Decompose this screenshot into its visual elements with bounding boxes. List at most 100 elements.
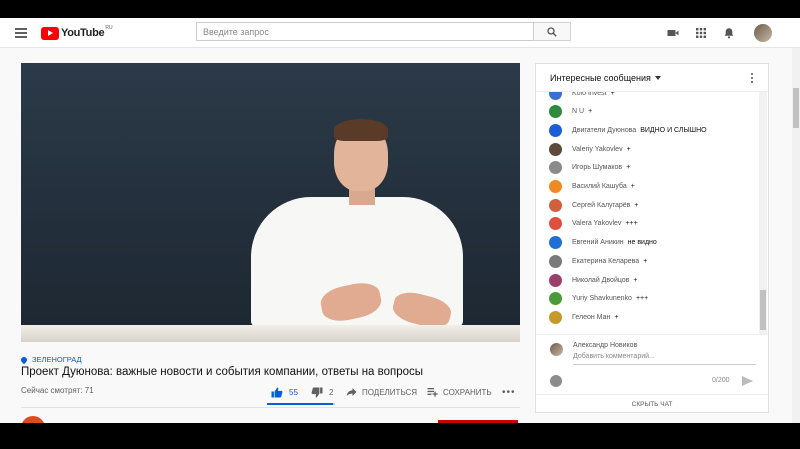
location-link[interactable]: ЗЕЛЕНОГРАД	[19, 355, 82, 364]
chat-message[interactable]: Kolo Invest +	[549, 92, 615, 100]
chat-message[interactable]: Игорь Шумаков +	[549, 161, 630, 175]
video-frame-person-hair	[334, 119, 388, 141]
logo-text: YouTube	[61, 27, 105, 39]
chat-text: +	[614, 313, 619, 321]
chat-text: ВИДНО И СЛЫШНО	[640, 126, 707, 134]
chat-message[interactable]: Valera Yakovlev +++	[549, 217, 638, 231]
bell-icon[interactable]	[723, 27, 735, 39]
chat-message[interactable]: Василий Кашуба +	[549, 180, 635, 194]
emoji-icon[interactable]	[550, 375, 562, 387]
chat-scrollbar-thumb[interactable]	[760, 290, 766, 330]
channel-avatar[interactable]	[21, 416, 45, 423]
chat-message[interactable]: N U +	[549, 105, 592, 119]
youtube-play-icon	[41, 26, 59, 40]
avatar	[549, 180, 562, 193]
chat-input[interactable]: Добавить комментарий...	[573, 353, 756, 365]
avatar	[550, 343, 563, 356]
search-input[interactable]: Введите запрос	[196, 22, 534, 41]
chat-author: Василий Кашуба	[572, 183, 627, 190]
chat-author: Valera Yakovlev	[572, 220, 622, 228]
send-icon[interactable]	[742, 376, 753, 386]
chat-message[interactable]: Евгений Аникин не видно	[549, 236, 657, 250]
more-actions-icon[interactable]: •••	[502, 385, 516, 399]
current-user-name: Александр Новиков	[573, 342, 638, 349]
avatar	[549, 198, 562, 212]
avatar	[549, 273, 562, 287]
thumbs-down-icon	[311, 387, 323, 397]
avatar	[549, 292, 562, 306]
chat-text: +	[588, 108, 593, 116]
search-icon	[547, 26, 557, 37]
chat-author: N U	[572, 108, 585, 116]
chat-message[interactable]: Yuriy Shavkunenko +++	[549, 292, 648, 306]
save-label: СОХРАНИТЬ	[443, 387, 492, 397]
video-camera-icon[interactable]	[667, 27, 679, 39]
subscribe-button[interactable]	[438, 420, 518, 423]
video-player[interactable]	[21, 63, 520, 342]
chat-text: +	[626, 164, 631, 172]
search-button[interactable]	[534, 22, 571, 41]
chat-mode-label: Интересные сообщения	[550, 73, 651, 83]
account-avatar[interactable]	[754, 24, 772, 42]
chat-message[interactable]: Николай Двойцов +	[549, 273, 638, 287]
thumbs-up-icon	[271, 387, 283, 397]
location-label: ЗЕЛЕНОГРАД	[32, 355, 82, 364]
logo-region: RU	[105, 25, 113, 31]
avatar	[549, 161, 562, 175]
chat-header: Интересные сообщения	[536, 64, 768, 92]
chat-text: +	[633, 276, 638, 284]
chat-author: Kolo Invest	[572, 92, 607, 97]
apps-grid-icon[interactable]	[695, 27, 707, 39]
chat-author: Yuriy Shavkunenko	[572, 295, 632, 303]
avatar	[549, 105, 562, 119]
share-arrow-icon	[346, 388, 357, 397]
avatar	[549, 217, 562, 231]
caret-down-icon	[654, 76, 661, 80]
chat-author: Николай Двойцов	[572, 276, 630, 284]
location-pin-icon	[19, 355, 29, 364]
chat-text: +++	[635, 295, 649, 303]
save-button[interactable]: СОХРАНИТЬ	[427, 385, 492, 399]
chat-text: +	[610, 92, 615, 97]
avatar	[549, 123, 562, 137]
share-button[interactable]: ПОДЕЛИТЬСЯ	[346, 385, 417, 399]
add-to-playlist-icon	[427, 388, 438, 397]
like-count: 55	[289, 387, 298, 397]
video-title: Проект Дуюнова: важные новости и события…	[21, 366, 424, 378]
chat-message[interactable]: Екатерина Келарева +	[549, 254, 647, 268]
chat-text: +++	[625, 220, 638, 228]
char-counter: 0/200	[712, 377, 730, 384]
chat-text: не видно	[627, 239, 657, 247]
more-vert-icon[interactable]	[751, 73, 754, 83]
avatar	[549, 92, 562, 100]
chat-text: +	[634, 201, 639, 209]
chat-message[interactable]: Двигатели Дуюнова ВИДНО И СЛЫШНО	[549, 123, 707, 137]
chat-text: +	[643, 257, 648, 265]
chat-author: Двигатели Дуюнова	[572, 126, 637, 134]
sentiment-bar-like-fill	[267, 403, 333, 405]
page-scrollbar-thumb[interactable]	[793, 88, 799, 128]
menu-icon[interactable]	[15, 28, 27, 38]
youtube-logo[interactable]: YouTube RU	[41, 25, 113, 40]
youtube-window: YouTube RU Введите запрос ЗЕЛЕНОГРАД Про…	[0, 18, 800, 423]
chat-message[interactable]: Valeriy Yakovlev +	[549, 142, 631, 156]
chat-text: +	[630, 183, 635, 190]
chat-message[interactable]: Сергей Калугарёв +	[549, 198, 638, 212]
top-bar: YouTube RU Введите запрос	[0, 18, 800, 48]
share-label: ПОДЕЛИТЬСЯ	[362, 387, 418, 397]
dislike-count: 2	[329, 387, 334, 397]
video-frame-desk	[21, 325, 520, 342]
avatar	[549, 254, 562, 268]
chat-input-area: Александр Новиков Добавить комментарий..…	[536, 334, 768, 394]
chat-author: Евгений Аникин	[572, 239, 624, 247]
chat-message[interactable]: Гелеон Ман +	[549, 310, 618, 324]
dislike-button[interactable]: 2	[311, 385, 333, 399]
chat-mode-dropdown[interactable]: Интересные сообщения	[550, 73, 661, 83]
hide-chat-button[interactable]: СКРЫТЬ ЧАТ	[536, 394, 768, 414]
live-viewers: Сейчас смотрят: 71	[21, 386, 94, 395]
like-button[interactable]: 55	[271, 385, 298, 399]
chat-author: Сергей Калугарёв	[572, 201, 631, 209]
avatar	[549, 310, 562, 324]
chat-author: Гелеон Ман	[572, 313, 611, 321]
chat-messages[interactable]: Kolo Invest + N U + Двигатели Дуюнова ВИДНО И…	[536, 92, 768, 334]
